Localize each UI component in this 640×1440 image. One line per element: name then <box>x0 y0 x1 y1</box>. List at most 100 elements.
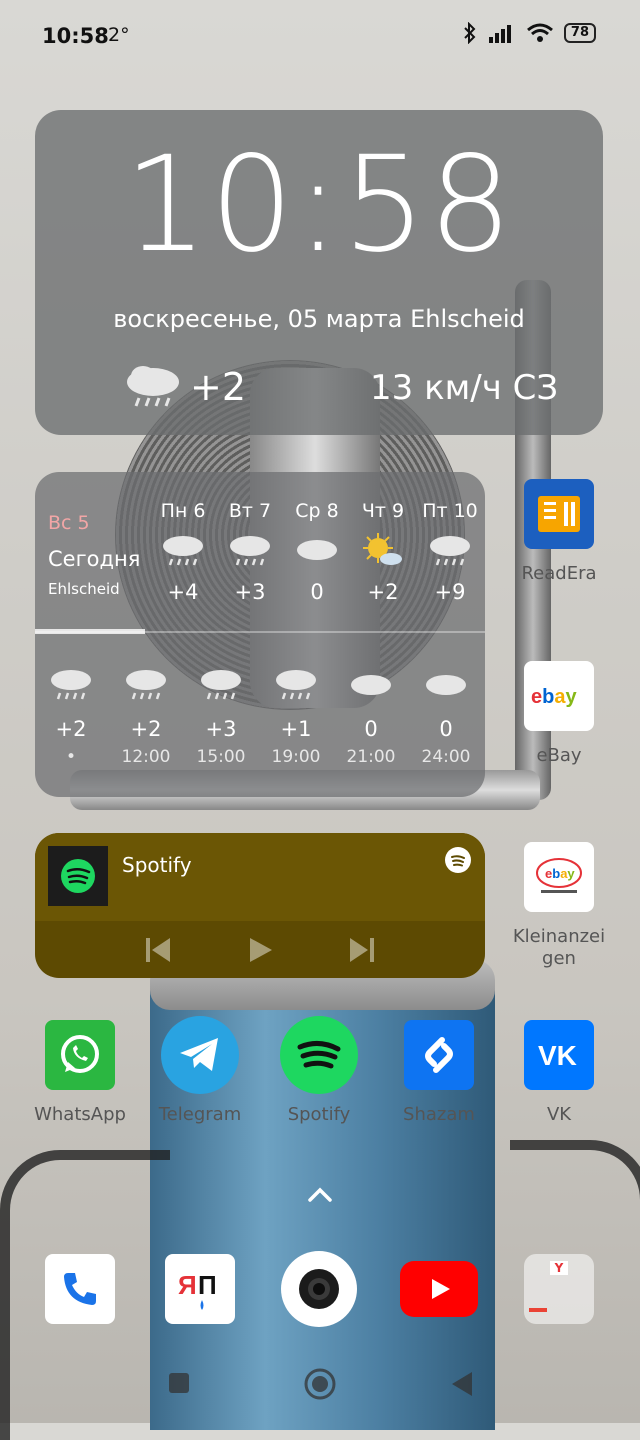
sun-cloud-icon <box>363 533 402 565</box>
status-temp: 2° <box>108 24 130 46</box>
forecast-hour-time: 21:00 <box>346 747 396 767</box>
app-label: eBay <box>536 745 582 766</box>
forecast-day-temp: +4 <box>167 580 199 604</box>
album-art[interactable] <box>48 846 108 906</box>
weather-forecast-widget[interactable]: Вс 5 Сегодня Ehlscheid Пн 6 +4 Вт 7 +3 С… <box>35 472 485 797</box>
forecast-hour: 0 21:00 <box>336 667 406 767</box>
forecast-hour-temp: +3 <box>205 717 237 741</box>
svg-text:ebay: ebay <box>545 866 575 881</box>
telegram-icon <box>161 1016 239 1094</box>
playback-controls <box>35 921 485 978</box>
app-whatsapp[interactable]: WhatsApp <box>25 1020 135 1126</box>
forecast-hour-time: 12:00 <box>121 747 171 767</box>
wind-speed: 13 км/ч СЗ <box>370 368 559 408</box>
rain-cloud-icon <box>51 670 91 700</box>
rain-cloud-icon <box>230 536 270 566</box>
svg-text:ebay: ebay <box>531 686 577 708</box>
forecast-hour: +1 19:00 <box>261 667 331 767</box>
battery-icon: 78 <box>563 23 596 43</box>
app-label: Spotify <box>287 1104 351 1125</box>
forecast-day: Пн 6 +4 <box>148 500 218 604</box>
forecast-hour: 0 24:00 <box>411 667 481 767</box>
forecast-day-temp: +2 <box>367 580 399 604</box>
shazam-icon <box>404 1020 474 1090</box>
dock-camera[interactable] <box>264 1251 374 1327</box>
previous-track-button[interactable] <box>142 934 174 966</box>
forecast-hour-time: 19:00 <box>271 747 321 767</box>
skip-next-icon <box>350 937 374 962</box>
status-time: 10:58 <box>42 24 109 48</box>
app-spotify[interactable]: Spotify <box>264 1016 374 1126</box>
forecast-hour-temp: +2 <box>130 717 162 741</box>
clock-time: 10:58 <box>123 128 515 282</box>
app-kleinanzeigen[interactable]: ebay Kleinanzeigen <box>504 842 614 970</box>
rain-cloud-icon <box>430 536 470 566</box>
phone-icon <box>45 1254 115 1324</box>
spotify-brand-icon <box>445 847 471 873</box>
track-title: Spotify <box>122 853 192 877</box>
navigation-bar <box>0 1360 640 1410</box>
yandex-icon: Y <box>550 1261 568 1275</box>
ebay-icon: ebay <box>524 661 594 731</box>
app-label: Shazam <box>403 1104 475 1125</box>
forecast-hour-temp: +2 <box>55 717 87 741</box>
today-label: Сегодня <box>48 547 141 571</box>
forecast-day-label: Чт 9 <box>361 500 405 522</box>
youtube-icon <box>400 1261 478 1317</box>
skip-previous-icon <box>146 937 170 962</box>
next-track-button[interactable] <box>346 934 378 966</box>
recents-button[interactable] <box>168 1372 190 1394</box>
clock-weather-widget[interactable]: 10:58 воскресенье, 05 марта Ehlscheid +2… <box>35 110 603 435</box>
forecast-day-label: Пн 6 <box>160 500 206 522</box>
forecast-day-temp: 0 <box>310 580 324 604</box>
forecast-day: Пт 10 +9 <box>415 500 485 604</box>
forecast-day: Ср 8 0 <box>282 500 352 604</box>
forecast-day-label: Пт 10 <box>422 500 478 522</box>
rain-cloud-icon <box>126 670 166 700</box>
current-temperature: +2 <box>190 365 247 409</box>
app-vk[interactable]: VK VK <box>504 1020 614 1126</box>
dock-youtube[interactable] <box>384 1254 494 1317</box>
forecast-day-temp: +9 <box>434 580 466 604</box>
today-city: Ehlscheid <box>48 580 120 598</box>
spotify-widget[interactable]: Spotify <box>35 833 485 978</box>
status-bar: 10:58 2° 78 <box>0 0 640 72</box>
readera-icon <box>524 479 594 549</box>
app-drawer-chevron-icon[interactable] <box>300 1180 340 1210</box>
dock-google-folder[interactable]: Y <box>504 1254 614 1324</box>
rain-cloud-icon <box>201 670 241 700</box>
app-label: VK <box>546 1104 572 1125</box>
forecast-hour-temp: 0 <box>439 717 453 741</box>
camera-icon <box>281 1251 357 1327</box>
app-label: Telegram <box>158 1104 242 1125</box>
forecast-hour: +2 • <box>36 667 106 767</box>
play-button[interactable] <box>244 934 276 966</box>
dock-phone[interactable] <box>25 1254 135 1324</box>
forecast-hour: +3 15:00 <box>186 667 256 767</box>
app-ebay[interactable]: ebay eBay <box>504 661 614 767</box>
app-readera[interactable]: ReadEra <box>504 479 614 585</box>
clock-date: воскресенье, 05 марта Ehlscheid <box>113 305 525 333</box>
forecast-day-label: Ср 8 <box>295 500 339 522</box>
app-telegram[interactable]: Telegram <box>145 1016 255 1126</box>
yap-app-icon: ЯП <box>165 1254 235 1324</box>
forecast-hour-time: • <box>65 747 77 767</box>
rain-cloud-icon <box>163 536 203 566</box>
app-label: Kleinanzeigen <box>512 926 606 969</box>
app-label: ReadEra <box>521 563 597 584</box>
forecast-hour-temp: 0 <box>364 717 378 741</box>
kleinanzeigen-icon: ebay <box>524 842 594 912</box>
home-button[interactable] <box>302 1366 338 1402</box>
back-button[interactable] <box>450 1370 474 1398</box>
vk-icon: VK <box>524 1020 594 1090</box>
signal-icon <box>488 25 511 43</box>
dock-yap-app[interactable]: ЯП <box>145 1254 255 1324</box>
rain-cloud-icon <box>127 366 179 407</box>
cloud-icon <box>426 675 466 695</box>
google-folder-icon: Y <box>524 1254 594 1324</box>
app-shazam[interactable]: Shazam <box>384 1020 494 1126</box>
play-icon <box>250 937 272 962</box>
bluetooth-icon <box>464 22 476 44</box>
svg-text:Я: Я <box>178 1270 197 1300</box>
spotify-icon <box>280 1016 358 1094</box>
